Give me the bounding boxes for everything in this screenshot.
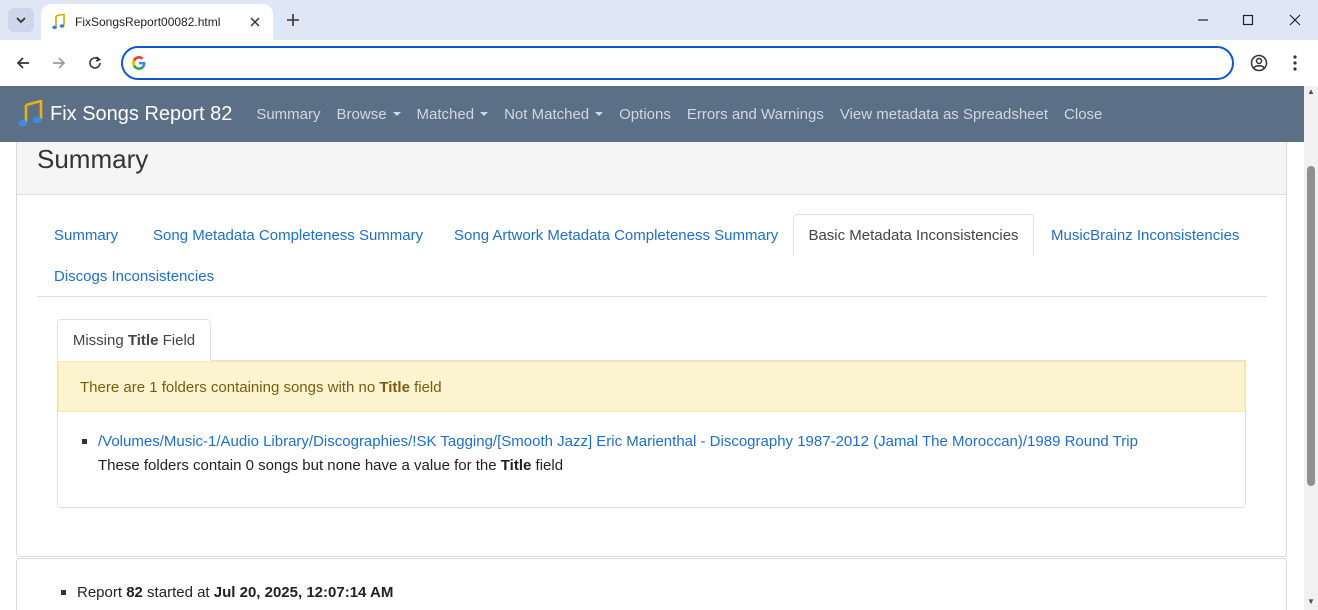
caret-down-icon [480,112,489,116]
arrow-left-icon [16,57,29,69]
minimize-icon [1198,19,1208,21]
nav-close[interactable]: Close [1064,106,1102,123]
scroll-down-icon[interactable]: ▼ [1307,598,1315,606]
address-input[interactable] [155,49,1232,77]
report-info-card: Report 82 started at Jul 20, 2025, 12:07… [16,558,1287,610]
music-note-icon [51,14,67,30]
nav-summary[interactable]: Summary [256,106,320,123]
folder-desc-bold: Title [500,457,532,474]
subtab-label-bold: Title [127,331,159,349]
browser-toolbar [0,40,1318,86]
browser-tab-strip: FixSongsReport00082.html [0,0,1318,40]
report-mid: started at [142,584,214,601]
scroll-up-icon[interactable]: ▲ [1307,88,1315,96]
alert-text-bold: Title [379,379,410,396]
subtab-missing-title[interactable]: Missing Title Field [57,319,211,361]
window-close-button[interactable] [1272,0,1318,40]
tab-musicbrainz-inconsistencies[interactable]: MusicBrainz Inconsistencies [1051,227,1239,244]
page-title: Summary [37,144,149,174]
minimize-button[interactable] [1180,0,1226,40]
close-icon [1289,14,1301,26]
nav-matched-label: Matched [416,105,475,123]
summary-card: Summary Summary Song Metadata Completene… [16,142,1287,557]
navbar-brand[interactable]: Fix Songs Report 82 [18,100,256,128]
bullet-icon [82,439,87,444]
tab-summary[interactable]: Summary [54,227,118,244]
chevron-down-icon [16,17,26,24]
report-tabs: Summary Song Metadata Completeness Summa… [37,214,1267,297]
account-icon [1250,54,1268,72]
scrollbar-thumb[interactable] [1307,166,1315,486]
tab-discogs-inconsistencies[interactable]: Discogs Inconsistencies [54,268,214,285]
tab-basic-metadata-label: Basic Metadata Inconsistencies [808,226,1019,244]
subtab-label-post: Field [158,331,196,349]
folder-path-link[interactable]: /Volumes/Music-1/Audio Library/Discograp… [98,433,1138,450]
nav-close-label: Close [1064,105,1103,123]
browser-tab[interactable]: FixSongsReport00082.html [41,4,273,40]
nav-view-spreadsheet[interactable]: View metadata as Spreadsheet [840,106,1048,123]
tab-song-artwork-completeness[interactable]: Song Artwork Metadata Completeness Summa… [454,227,778,244]
forward-button[interactable] [46,50,72,76]
back-button[interactable] [10,50,36,76]
folder-description: These folders contain 0 songs but none h… [98,457,563,474]
report-pre: Report [77,584,127,601]
new-tab-button[interactable] [282,9,304,31]
maximize-icon [1242,14,1254,26]
nav-errors-warnings[interactable]: Errors and Warnings [687,106,824,123]
nav-options-label: Options [619,105,671,123]
brand-title: Fix Songs Report 82 [50,102,233,125]
nav-not-matched-label: Not Matched [504,105,590,123]
folder-desc-pre: These folders contain 0 songs but none h… [98,457,501,474]
google-g-icon [132,56,146,70]
arrow-right-icon [53,57,66,69]
tab-basic-metadata-inconsistencies[interactable]: Basic Metadata Inconsistencies [793,214,1034,256]
nav-spreadsheet-label: View metadata as Spreadsheet [839,105,1049,123]
bullet-icon [61,590,66,595]
alert-text-post: field [409,379,442,396]
browser-menu-button[interactable] [1282,50,1308,76]
tab-song-metadata-completeness[interactable]: Song Metadata Completeness Summary [153,227,423,244]
nav-matched-dropdown[interactable]: Matched [417,106,489,123]
reload-button[interactable] [82,50,108,76]
nav-options[interactable]: Options [619,106,671,123]
report-started-line: Report 82 started at Jul 20, 2025, 12:07… [77,584,393,601]
warning-alert: There are 1 folders containing songs wit… [58,361,1245,412]
report-number: 82 [126,584,143,601]
page-viewport: Fix Songs Report 82 Summary Browse Match… [0,86,1318,610]
reload-icon [89,56,101,69]
nav-not-matched-dropdown[interactable]: Not Matched [504,105,604,123]
plus-icon [287,14,299,26]
folder-desc-post: field [531,457,564,474]
more-vertical-icon [1293,55,1297,71]
nav-summary-label: Summary [256,105,321,123]
page-scrollbar[interactable]: ▲ ▼ [1304,86,1318,610]
tab-search-button[interactable] [8,8,34,32]
subtab-label-pre: Missing [72,331,128,349]
address-bar[interactable] [121,46,1234,80]
nav-browse-label: Browse [336,105,387,123]
report-datetime: Jul 20, 2025, 12:07:14 AM [213,584,394,601]
tab-title: FixSongsReport00082.html [75,15,221,29]
missing-title-panel: There are 1 folders containing songs wit… [57,360,1246,508]
caret-down-icon [595,112,604,116]
music-note-icon [18,100,43,127]
close-icon[interactable] [245,12,265,32]
nav-errors-label: Errors and Warnings [686,105,824,123]
site-navbar: Fix Songs Report 82 Summary Browse Match… [0,86,1304,142]
card-header: Summary [17,142,1286,195]
alert-text-pre: There are 1 folders containing songs wit… [80,379,380,396]
maximize-button[interactable] [1225,0,1271,40]
profile-button[interactable] [1246,50,1272,76]
nav-browse-dropdown[interactable]: Browse [337,106,401,123]
caret-down-icon [392,112,401,116]
